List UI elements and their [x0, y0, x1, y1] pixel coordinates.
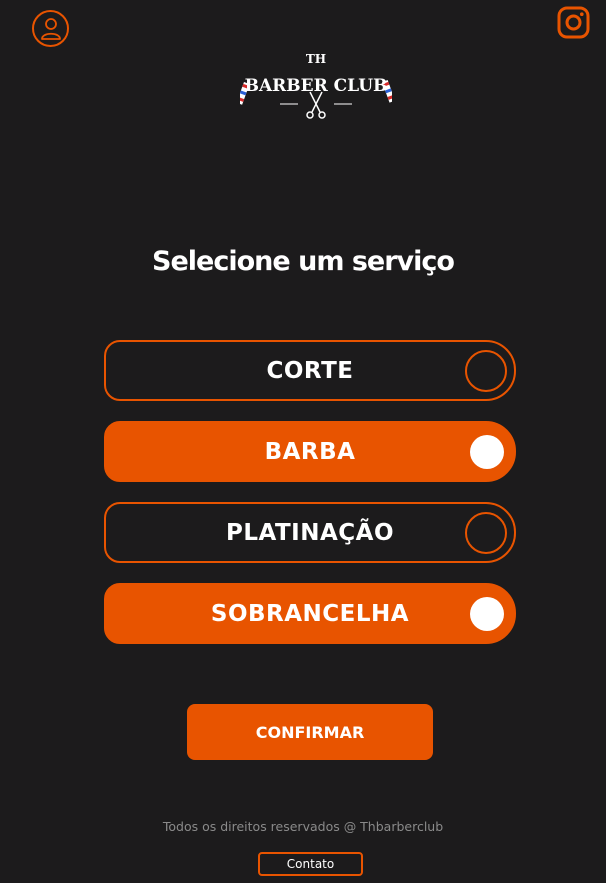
radio-selected-icon[interactable]	[470, 434, 504, 469]
logo-name: BARBER CLUB	[244, 76, 388, 96]
barber-club-logo: TH BARBER CLUB	[240, 52, 392, 122]
logo-top-text: TH	[305, 52, 327, 66]
service-option-corte[interactable]: CORTE	[104, 340, 516, 401]
instagram-button[interactable]	[557, 6, 590, 39]
page-title: Selecione um serviço	[152, 246, 455, 277]
instagram-icon	[557, 6, 590, 39]
service-label: CORTE	[266, 357, 354, 384]
user-button[interactable]	[32, 10, 69, 47]
user-icon	[40, 17, 61, 40]
service-option-barba[interactable]: BARBA	[104, 421, 516, 482]
radio-unselected-icon[interactable]	[465, 511, 507, 554]
service-option-platinacao[interactable]: PLATINAÇÃO	[104, 502, 516, 563]
radio-unselected-icon[interactable]	[465, 349, 507, 392]
service-label: SOBRANCELHA	[210, 600, 410, 627]
service-label: PLATINAÇÃO	[225, 519, 395, 546]
service-label: BARBA	[264, 438, 356, 465]
contact-button[interactable]: Contato	[258, 852, 363, 876]
radio-selected-icon[interactable]	[470, 596, 504, 631]
confirm-button[interactable]: CONFIRMAR	[187, 704, 433, 760]
footer-copyright: Todos os direitos reservados @ Thbarberc…	[162, 819, 444, 834]
service-option-sobrancelha[interactable]: SOBRANCELHA	[104, 583, 516, 644]
page: TH BARBER CLUB Selecione um serviço CORT…	[0, 0, 606, 883]
